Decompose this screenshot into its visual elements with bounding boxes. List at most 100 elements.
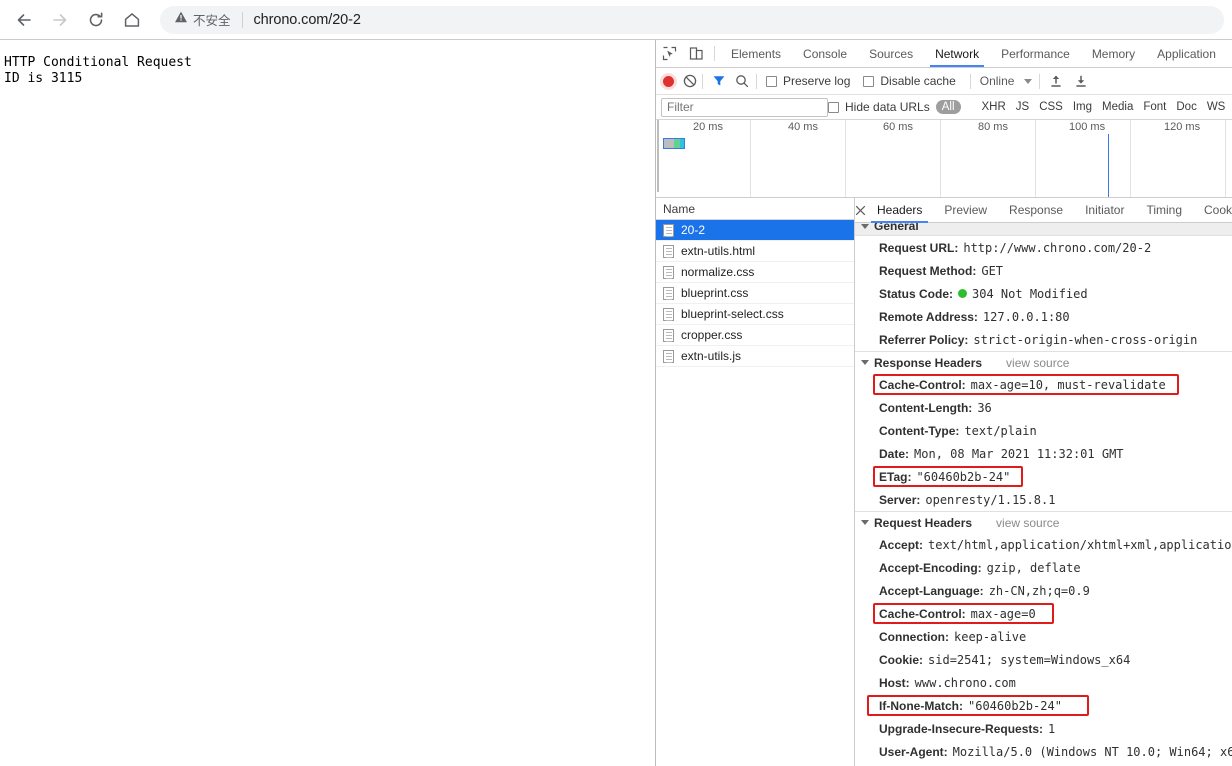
- back-button[interactable]: [9, 5, 39, 35]
- controls-divider-3: [970, 74, 971, 89]
- detail-tab-headers[interactable]: Headers: [866, 198, 933, 222]
- header-row-referrer-policy: Referrer Policy: strict-origin-when-cros…: [855, 328, 1232, 351]
- header-row-user-agent: User-Agent: Mozilla/5.0 (Windows NT 10.0…: [855, 740, 1232, 763]
- controls-divider-2: [756, 74, 757, 89]
- detail-tab-cookies[interactable]: Cookie: [1193, 198, 1232, 222]
- request-row-normalize-css[interactable]: normalize.css: [656, 262, 854, 283]
- header-name: Remote Address:: [879, 310, 978, 324]
- header-name: Content-Type:: [879, 424, 959, 438]
- security-status[interactable]: 不安全: [174, 10, 231, 29]
- header-row-accept-encoding: Accept-Encoding: gzip, deflate: [855, 556, 1232, 579]
- header-name: If-None-Match:: [879, 699, 963, 713]
- inspect-element-icon[interactable]: [656, 40, 683, 67]
- document-icon: [663, 329, 674, 342]
- home-button[interactable]: [117, 5, 147, 35]
- document-icon: [663, 350, 674, 363]
- request-name: extn-utils.js: [681, 349, 741, 363]
- header-name: Content-Length:: [879, 401, 972, 415]
- disable-cache-checkbox[interactable]: Disable cache: [863, 74, 955, 88]
- view-source-link-request[interactable]: view source: [996, 516, 1059, 530]
- request-row-blueprint-select-css[interactable]: blueprint-select.css: [656, 304, 854, 325]
- header-value: max-age=0: [971, 607, 1036, 621]
- search-icon[interactable]: [735, 74, 749, 88]
- header-value: sid=2541; system=Windows_x64: [928, 653, 1130, 667]
- overview-tick-40: 40 ms: [788, 121, 818, 133]
- request-row-20-2[interactable]: 20-2: [656, 220, 854, 241]
- preserve-log-checkbox[interactable]: Preserve log: [766, 74, 850, 88]
- type-filter-ws[interactable]: WS: [1202, 101, 1231, 113]
- request-list: 20-2 extn-utils.html normalize.css bluep…: [656, 220, 854, 766]
- header-row-etag: ETag: "60460b2b-24": [855, 465, 1232, 488]
- devtools-panel: Elements Console Sources Network Perform…: [655, 40, 1232, 766]
- close-icon[interactable]: [855, 198, 866, 222]
- section-header-request-headers[interactable]: Request Headers view source: [855, 511, 1232, 533]
- type-filter-doc[interactable]: Doc: [1171, 101, 1201, 113]
- page-viewport: HTTP Conditional Request ID is 3115: [0, 40, 655, 766]
- header-name: Cache-Control:: [879, 607, 966, 621]
- network-overview-timeline[interactable]: 20 ms 40 ms 60 ms 80 ms 100 ms 120 ms: [656, 120, 1232, 198]
- hide-data-urls-checkbox[interactable]: Hide data URLs: [828, 100, 930, 114]
- record-button[interactable]: [663, 76, 674, 87]
- type-filter-all[interactable]: All: [936, 100, 961, 114]
- chevron-down-icon: [1024, 79, 1032, 84]
- request-list-header[interactable]: Name: [656, 198, 854, 220]
- address-bar[interactable]: 不安全 chrono.com/20-2: [160, 6, 1224, 34]
- screenshot-root: 不安全 chrono.com/20-2 HTTP Conditional Req…: [0, 0, 1232, 766]
- detail-tab-response[interactable]: Response: [998, 198, 1074, 222]
- clear-button[interactable]: [683, 74, 697, 88]
- tab-network[interactable]: Network: [924, 40, 990, 67]
- header-value: 1: [1048, 722, 1055, 736]
- header-name: User-Agent:: [879, 745, 948, 759]
- overview-tick-80: 80 ms: [978, 121, 1008, 133]
- detail-tab-preview[interactable]: Preview: [933, 198, 998, 222]
- throttle-dropdown[interactable]: Online: [980, 74, 1033, 88]
- request-row-extn-utils-js[interactable]: extn-utils.js: [656, 346, 854, 367]
- header-row-accept-language: Accept-Language: zh-CN,zh;q=0.9: [855, 579, 1232, 602]
- filter-toggle-button[interactable]: [712, 74, 726, 88]
- tab-sources[interactable]: Sources: [858, 40, 924, 67]
- section-header-response-headers[interactable]: Response Headers view source: [855, 351, 1232, 373]
- header-name: Accept-Language:: [879, 584, 984, 598]
- type-filter-css[interactable]: CSS: [1034, 101, 1068, 113]
- detail-tab-timing[interactable]: Timing: [1135, 198, 1193, 222]
- filter-input[interactable]: [661, 98, 828, 117]
- type-filter-xhr[interactable]: XHR: [977, 101, 1011, 113]
- header-name: Referrer Policy:: [879, 333, 968, 347]
- document-icon: [663, 308, 674, 321]
- type-filter-media[interactable]: Media: [1097, 101, 1138, 113]
- overview-gridlines: [656, 120, 1232, 197]
- header-value: 304 Not Modified: [972, 287, 1088, 301]
- page-line-2: ID is 3115: [4, 71, 655, 87]
- tab-memory[interactable]: Memory: [1081, 40, 1146, 67]
- overview-left-edge: [657, 120, 659, 192]
- header-row-content-type: Content-Type: text/plain: [855, 419, 1232, 442]
- tab-application[interactable]: Application: [1146, 40, 1227, 67]
- detail-tab-initiator[interactable]: Initiator: [1074, 198, 1135, 222]
- tab-console[interactable]: Console: [792, 40, 858, 67]
- type-filter-img[interactable]: Img: [1068, 101, 1097, 113]
- header-value: keep-alive: [954, 630, 1026, 644]
- header-value: zh-CN,zh;q=0.9: [989, 584, 1090, 598]
- header-value: Mozilla/5.0 (Windows NT 10.0; Win64; x64…: [953, 745, 1232, 759]
- tab-performance[interactable]: Performance: [990, 40, 1081, 67]
- request-row-extn-utils-html[interactable]: extn-utils.html: [656, 241, 854, 262]
- header-row-status-code: Status Code: 304 Not Modified: [855, 282, 1232, 305]
- request-row-blueprint-css[interactable]: blueprint.css: [656, 283, 854, 304]
- type-filter-js[interactable]: JS: [1011, 101, 1034, 113]
- reload-button[interactable]: [81, 5, 111, 35]
- export-har-button[interactable]: [1074, 74, 1088, 88]
- view-source-link-response[interactable]: view source: [1006, 356, 1069, 370]
- request-name: cropper.css: [681, 328, 742, 342]
- type-filter-font[interactable]: Font: [1138, 101, 1171, 113]
- device-toolbar-icon[interactable]: [683, 40, 710, 67]
- header-value: 36: [977, 401, 991, 415]
- overview-bar-segment-cyan: [680, 139, 684, 148]
- forward-button[interactable]: [45, 5, 75, 35]
- devtools-tabbar: Elements Console Sources Network Perform…: [656, 40, 1232, 68]
- request-row-cropper-css[interactable]: cropper.css: [656, 325, 854, 346]
- header-value: "60460b2b-24": [916, 470, 1010, 484]
- request-detail-pane: General Request URL: http://www.chrono.c…: [855, 198, 1232, 766]
- overview-tick-20: 20 ms: [693, 121, 723, 133]
- tab-elements[interactable]: Elements: [720, 40, 792, 67]
- import-har-button[interactable]: [1049, 74, 1063, 88]
